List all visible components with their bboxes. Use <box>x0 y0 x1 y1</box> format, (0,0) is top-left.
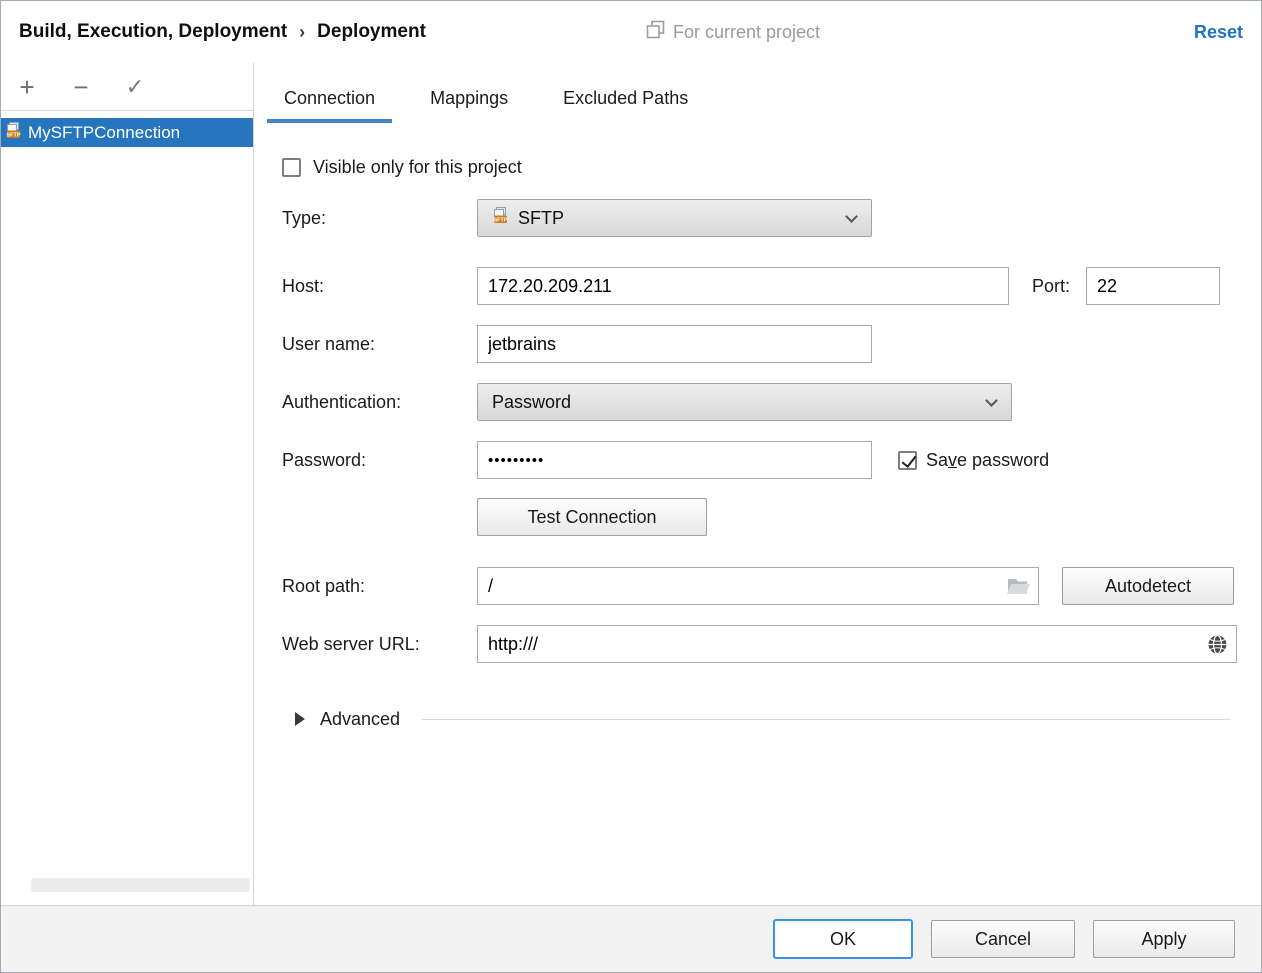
root-path-input[interactable] <box>477 567 1039 605</box>
web-server-url-row: Web server URL: <box>282 625 1234 663</box>
svg-text:SFTP: SFTP <box>6 132 20 138</box>
user-name-label: User name: <box>282 334 477 355</box>
tab-bar: Connection Mappings Excluded Paths <box>267 76 726 123</box>
connection-settings-panel: Connection Mappings Excluded Paths Visib… <box>255 63 1261 905</box>
test-connection-button[interactable]: Test Connection <box>477 498 707 536</box>
visible-only-label[interactable]: Visible only for this project <box>313 157 522 178</box>
server-list-item-mysftpconnection[interactable]: SFTP MySFTPConnection <box>1 118 253 147</box>
root-path-row: Root path: Autodetect <box>282 567 1234 605</box>
advanced-toggle[interactable]: Advanced <box>295 703 1231 735</box>
deployment-settings-dialog: Build, Execution, Deployment › Deploymen… <box>0 0 1262 973</box>
header: Build, Execution, Deployment › Deploymen… <box>1 1 1261 63</box>
host-input[interactable] <box>477 267 1009 305</box>
password-label: Password: <box>282 450 477 471</box>
password-row: Password: Save password <box>282 441 1234 479</box>
tab-excluded-paths[interactable]: Excluded Paths <box>546 76 705 123</box>
visible-only-row: Visible only for this project <box>282 148 1234 186</box>
autodetect-button[interactable]: Autodetect <box>1062 567 1234 605</box>
authentication-dropdown[interactable]: Password <box>477 383 1012 421</box>
scope-indicator: For current project <box>646 1 820 63</box>
breadcrumb-current: Deployment <box>317 21 426 43</box>
scope-label: For current project <box>673 22 820 43</box>
project-scope-icon <box>646 20 665 44</box>
root-path-label: Root path: <box>282 576 477 597</box>
browse-folder-icon[interactable] <box>1007 577 1030 595</box>
password-input[interactable] <box>477 441 872 479</box>
save-password-label[interactable]: Save password <box>926 450 1049 471</box>
save-password-label-pre: Sa <box>926 450 948 470</box>
authentication-label: Authentication: <box>282 392 477 413</box>
type-row: Type: SFTP SFTP <box>282 199 1234 237</box>
type-label: Type: <box>282 208 477 229</box>
sftp-icon: SFTP <box>492 207 509 229</box>
root-path-field-wrap <box>477 567 1039 605</box>
tab-mappings[interactable]: Mappings <box>413 76 525 123</box>
breadcrumb-parent[interactable]: Build, Execution, Deployment <box>19 21 287 43</box>
cancel-button[interactable]: Cancel <box>931 920 1075 958</box>
user-name-row: User name: <box>282 325 1234 363</box>
save-password-label-post: e password <box>957 450 1049 470</box>
type-value: SFTP <box>518 208 564 229</box>
remove-server-button[interactable]: − <box>70 74 92 100</box>
chevron-down-icon <box>845 210 858 223</box>
add-server-button[interactable]: + <box>16 74 38 100</box>
sftp-icon: SFTP <box>5 122 22 144</box>
port-label: Port: <box>1032 276 1070 297</box>
expand-arrow-icon <box>295 712 305 726</box>
dialog-footer: OK Cancel Apply <box>1 905 1261 972</box>
web-server-url-field-wrap <box>477 625 1237 663</box>
svg-text:SFTP: SFTP <box>493 218 507 224</box>
horizontal-scrollbar[interactable] <box>31 878 250 892</box>
server-list-panel: + − ✓ SFTP MySFTPConnection <box>1 63 254 905</box>
apply-button[interactable]: Apply <box>1093 920 1235 958</box>
save-password-label-mnemonic: v <box>948 450 957 470</box>
server-list-toolbar: + − ✓ <box>1 63 253 111</box>
authentication-row: Authentication: Password <box>282 383 1234 421</box>
use-as-default-button[interactable]: ✓ <box>124 76 146 98</box>
tab-connection[interactable]: Connection <box>267 76 392 123</box>
visible-only-checkbox[interactable] <box>282 158 301 177</box>
chevron-down-icon <box>985 394 998 407</box>
advanced-label: Advanced <box>320 709 400 730</box>
web-server-url-input[interactable] <box>477 625 1237 663</box>
user-name-input[interactable] <box>477 325 872 363</box>
reset-link[interactable]: Reset <box>1194 1 1243 63</box>
separator-line <box>422 719 1231 720</box>
ok-button[interactable]: OK <box>773 919 913 959</box>
host-label: Host: <box>282 276 477 297</box>
type-dropdown[interactable]: SFTP SFTP <box>477 199 872 237</box>
breadcrumb: Build, Execution, Deployment › Deploymen… <box>19 21 426 43</box>
save-password-checkbox[interactable] <box>898 451 917 470</box>
breadcrumb-separator-icon: › <box>299 22 305 43</box>
test-connection-row: Test Connection <box>282 498 1234 536</box>
port-input[interactable] <box>1086 267 1220 305</box>
host-row: Host: Port: <box>282 267 1234 305</box>
globe-icon <box>1207 634 1228 655</box>
server-name-label: MySFTPConnection <box>28 123 180 143</box>
web-server-url-label: Web server URL: <box>282 634 477 655</box>
authentication-value: Password <box>492 392 571 413</box>
